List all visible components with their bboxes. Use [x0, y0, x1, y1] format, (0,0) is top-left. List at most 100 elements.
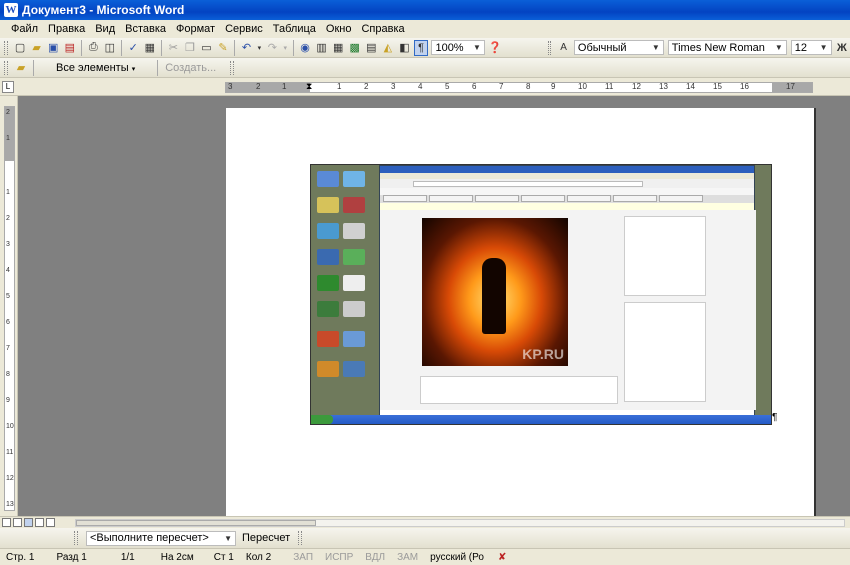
toolbar-grip[interactable] — [298, 531, 303, 545]
ruler-number: 12 — [632, 82, 641, 91]
ruler-number: 7 — [499, 82, 504, 91]
print-icon[interactable]: ⎙ — [86, 40, 101, 56]
status-language[interactable]: русский (Ро — [430, 552, 484, 563]
tab-selector-icon[interactable]: L — [2, 81, 14, 93]
desktop-icon — [343, 275, 365, 291]
toolbar-separator — [234, 39, 236, 56]
reviewing-icon[interactable]: ▰ — [13, 60, 29, 76]
browser-info-bar — [380, 203, 754, 210]
start-button — [311, 415, 333, 424]
menu-edit[interactable]: Правка — [43, 23, 90, 35]
toolbar-grip[interactable] — [230, 60, 235, 75]
ruler-number: 8 — [6, 371, 10, 378]
create-button[interactable]: Создать... — [161, 62, 220, 74]
font-select[interactable]: Times New Roman ▼ — [667, 40, 787, 55]
ruler-number: 10 — [578, 82, 587, 91]
zoom-select[interactable]: 100% ▼ — [431, 40, 485, 55]
cut-icon[interactable]: ✂ — [166, 40, 181, 56]
zoom-value: 100% — [435, 41, 464, 54]
word-app-icon[interactable]: W — [4, 3, 18, 17]
toolbar-grip[interactable] — [74, 531, 78, 545]
menu-window[interactable]: Окно — [321, 23, 357, 35]
insert-excel-icon[interactable]: ▩ — [347, 40, 362, 56]
status-column: Кол 2 — [245, 551, 272, 563]
help-icon[interactable]: ❓ — [488, 40, 503, 56]
ruler-number: 5 — [445, 82, 450, 91]
ruler-bar[interactable]: 3 2 1 ⧗ 1 2 3 4 5 6 7 8 9 10 11 12 13 14… — [225, 81, 813, 93]
columns-icon[interactable]: ▤ — [364, 40, 379, 56]
status-extend[interactable]: ВДЛ — [365, 552, 385, 563]
fields-toolbar: <Выполните пересчет> ▼ Пересчет — [0, 528, 850, 548]
menu-insert[interactable]: Вставка — [120, 23, 171, 35]
bold-icon[interactable]: Ж — [835, 40, 850, 56]
research-icon[interactable]: ▦ — [143, 40, 158, 56]
desktop-icon — [343, 197, 365, 213]
browser-tab — [659, 195, 703, 202]
scrollbar-thumb[interactable] — [76, 520, 316, 526]
copy-icon[interactable]: ❐ — [183, 40, 198, 56]
styles-pane-icon[interactable]: A — [556, 40, 571, 56]
tables-borders-icon[interactable]: ▥ — [314, 40, 329, 56]
reading-view-button[interactable] — [46, 518, 55, 527]
reviewing-toolbar: ▰ Все элементы ▾ Создать... — [0, 58, 850, 78]
field-select[interactable]: <Выполните пересчет> ▼ — [86, 530, 236, 546]
redo-dropdown-icon[interactable]: ▾ — [282, 40, 289, 56]
show-hide-icon[interactable]: ¶ — [413, 39, 429, 56]
horizontal-ruler[interactable]: L 3 2 1 ⧗ 1 2 3 4 5 6 7 8 9 10 11 12 13 … — [0, 78, 850, 96]
ruler-number: 3 — [228, 82, 233, 91]
photo-watermark: KP.RU — [522, 346, 564, 362]
save-icon[interactable]: ▣ — [46, 40, 61, 56]
vertical-ruler-bar[interactable]: 2 1 1 2 3 4 5 6 7 8 9 10 11 12 13 — [4, 106, 15, 511]
menu-file[interactable]: Файл — [6, 23, 43, 35]
embedded-screenshot-image[interactable]: KP.RU — [310, 164, 772, 425]
status-track-changes[interactable]: ИСПР — [325, 552, 353, 563]
menu-view[interactable]: Вид — [90, 23, 120, 35]
toolbar-grip[interactable] — [4, 40, 8, 55]
outline-view-button[interactable] — [35, 518, 44, 527]
print-layout-button[interactable] — [24, 518, 33, 527]
font-size-select[interactable]: 12 ▼ — [790, 40, 832, 55]
web-view-button[interactable] — [13, 518, 22, 527]
new-document-icon[interactable]: ▢ — [13, 40, 28, 56]
paste-icon[interactable]: ▭ — [199, 40, 214, 56]
chevron-down-icon: ▼ — [651, 43, 660, 52]
style-value: Обычный — [577, 41, 627, 54]
ruler-number: 4 — [6, 267, 10, 274]
chevron-down-icon: ▾ — [131, 65, 136, 73]
style-select[interactable]: Обычный ▼ — [573, 40, 664, 55]
spelling-status-icon[interactable]: ✘ — [498, 552, 506, 563]
desktop-icon — [317, 331, 339, 347]
menu-tools[interactable]: Сервис — [220, 23, 268, 35]
redo-icon[interactable]: ↷ — [265, 40, 280, 56]
indent-marker-icon[interactable]: ⧗ — [306, 81, 312, 92]
all-elements-dropdown[interactable]: Все элементы ▾ — [52, 62, 139, 74]
drawing-icon[interactable]: ◭ — [381, 40, 396, 56]
insert-table-icon[interactable]: ▦ — [331, 40, 346, 56]
menu-help[interactable]: Справка — [356, 23, 409, 35]
undo-icon[interactable]: ↶ — [239, 40, 254, 56]
status-overtype[interactable]: ЗАМ — [397, 552, 418, 563]
vertical-ruler[interactable]: 2 1 1 2 3 4 5 6 7 8 9 10 11 12 13 — [0, 96, 18, 516]
print-preview-icon[interactable]: ◫ — [103, 40, 118, 56]
open-icon[interactable]: ▰ — [29, 40, 44, 56]
desktop-icon — [343, 301, 365, 317]
format-painter-icon[interactable]: ✎ — [216, 40, 231, 56]
toolbar-grip[interactable] — [4, 60, 8, 75]
field-value: <Выполните пересчет> — [90, 532, 209, 544]
status-record-macro[interactable]: ЗАП — [293, 552, 313, 563]
spelling-icon[interactable]: ✓ — [126, 40, 141, 56]
recalc-button[interactable]: Пересчет — [238, 532, 294, 544]
menu-format[interactable]: Формат — [171, 23, 220, 35]
window-title: Документ3 - Microsoft Word — [22, 3, 185, 17]
horizontal-scrollbar[interactable] — [75, 519, 845, 527]
sidebar-social-block — [624, 302, 706, 402]
document-map-icon[interactable]: ◧ — [397, 40, 412, 56]
permission-icon[interactable]: ▤ — [63, 40, 78, 56]
normal-view-button[interactable] — [2, 518, 11, 527]
toolbar-grip[interactable] — [547, 40, 552, 55]
ruler-number: 13 — [6, 501, 14, 508]
hyperlink-icon[interactable]: ◉ — [298, 40, 313, 56]
ruler-number: 2 — [364, 82, 369, 91]
menu-table[interactable]: Таблица — [268, 23, 321, 35]
undo-dropdown-icon[interactable]: ▾ — [256, 40, 263, 56]
